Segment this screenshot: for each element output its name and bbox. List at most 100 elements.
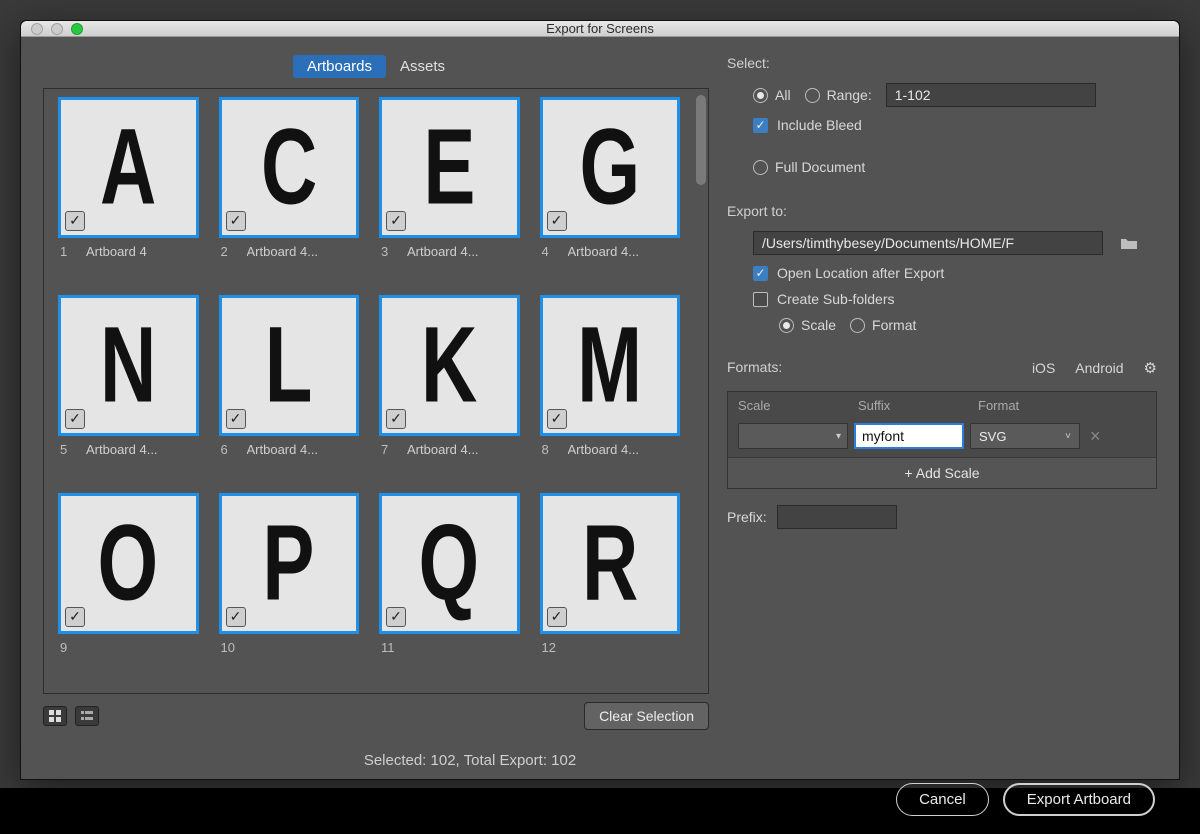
- artboard-name: Artboard 4...: [568, 442, 640, 457]
- artboard-cell[interactable]: C✓2Artboard 4...: [219, 97, 360, 289]
- artboard-cell[interactable]: A ✓ 1 Artboard 4: [58, 97, 199, 289]
- artboard-cell[interactable]: O ✓ 9: [58, 493, 199, 685]
- export-path-input[interactable]: [753, 231, 1103, 255]
- radio-range[interactable]: Range:: [805, 87, 872, 103]
- artboard-glyph: R: [582, 501, 638, 625]
- artboard-checkbox[interactable]: ✓: [386, 211, 406, 231]
- artboard-cell[interactable]: K✓7Artboard 4...: [379, 295, 520, 487]
- artboard-checkbox[interactable]: ✓: [226, 607, 246, 627]
- artboard-glyph: O: [98, 501, 159, 625]
- radio-all-label: All: [775, 87, 791, 103]
- format-row: ▾ SVG˅ ×: [728, 419, 1156, 457]
- artboard-index: 8: [542, 442, 556, 457]
- tab-artboards[interactable]: Artboards: [293, 55, 386, 78]
- formats-label: Formats:: [727, 359, 782, 375]
- artboard-index: 6: [221, 442, 235, 457]
- artboard-name: Artboard 4...: [407, 244, 479, 259]
- scrollbar[interactable]: [694, 89, 708, 693]
- export-for-screens-dialog: Export for Screens Artboards Assets A✓1A…: [20, 20, 1180, 780]
- artboard-checkbox[interactable]: ✓: [547, 211, 567, 231]
- artboard-glyph: N: [100, 303, 156, 427]
- artboard-checkbox[interactable]: ✓: [386, 409, 406, 429]
- col-suffix: Suffix: [858, 398, 978, 413]
- artboard-glyph: G: [579, 105, 640, 229]
- folder-icon[interactable]: [1117, 232, 1141, 254]
- artboard-name: Artboard 4: [86, 244, 147, 259]
- artboard-index: 3: [381, 244, 395, 259]
- format-dropdown[interactable]: SVG˅: [970, 423, 1080, 449]
- remove-row-icon[interactable]: ×: [1086, 426, 1105, 447]
- artboard-index: 2: [221, 244, 235, 259]
- artboard-cell[interactable]: N✓5Artboard 4...: [58, 295, 199, 487]
- radio-subfolder-scale[interactable]: Scale: [779, 317, 836, 333]
- grid-view-icon[interactable]: [43, 706, 67, 726]
- android-preset-link[interactable]: Android: [1075, 360, 1123, 376]
- artboard-cell[interactable]: Q ✓ 11: [379, 493, 520, 685]
- gear-icon[interactable]: ⚙: [1144, 359, 1157, 377]
- radio-subfolder-format[interactable]: Format: [850, 317, 916, 333]
- artboard-index: 1: [60, 244, 74, 259]
- ios-preset-link[interactable]: iOS: [1032, 360, 1055, 376]
- artboard-cell[interactable]: E ✓ 3 Artboard 4...: [379, 97, 520, 289]
- clear-selection-button[interactable]: Clear Selection: [584, 702, 709, 730]
- radio-range-label: Range:: [827, 87, 872, 103]
- artboard-checkbox[interactable]: ✓: [226, 211, 246, 231]
- include-bleed-checkbox[interactable]: ✓Include Bleed: [753, 117, 862, 133]
- artboard-checkbox[interactable]: ✓: [547, 409, 567, 429]
- artboard-glyph: E: [423, 105, 475, 229]
- artboard-index: 9: [60, 640, 74, 655]
- col-scale: Scale: [738, 398, 858, 413]
- tab-assets[interactable]: Assets: [386, 55, 459, 78]
- tab-bar: Artboards Assets: [43, 55, 709, 78]
- artboard-glyph: L: [265, 303, 313, 427]
- artboard-checkbox[interactable]: ✓: [65, 409, 85, 429]
- col-format: Format: [978, 398, 1146, 413]
- minimize-window-icon[interactable]: [51, 23, 63, 35]
- artboard-name: Artboard 4...: [247, 244, 319, 259]
- selection-status: Selected: 102, Total Export: 102: [0, 752, 1155, 769]
- artboard-index: 10: [221, 640, 235, 655]
- subfolder-format-label: Format: [872, 317, 916, 333]
- artboard-cell[interactable]: L ✓ 6 Artboard 4...: [219, 295, 360, 487]
- open-location-label: Open Location after Export: [777, 265, 944, 281]
- titlebar: Export for Screens: [21, 21, 1179, 37]
- scale-dropdown[interactable]: ▾: [738, 423, 848, 449]
- prefix-input[interactable]: [777, 505, 897, 529]
- artboard-checkbox[interactable]: ✓: [386, 607, 406, 627]
- artboard-name: Artboard 4...: [247, 442, 319, 457]
- artboard-glyph: M: [577, 303, 642, 427]
- artboard-grid: A✓1Artboard 4C✓2Artboard 4...E✓3Artboard…: [44, 89, 694, 693]
- formats-table: Scale Suffix Format ▾ SVG˅ × + Add Scale: [727, 391, 1157, 489]
- artboard-name: Artboard 4...: [407, 442, 479, 457]
- radio-all[interactable]: All: [753, 87, 791, 103]
- add-scale-button[interactable]: + Add Scale: [728, 457, 1156, 488]
- create-subfolders-checkbox[interactable]: Create Sub-folders: [753, 291, 895, 307]
- artboard-cell[interactable]: P✓10: [219, 493, 360, 685]
- list-view-icon[interactable]: [75, 706, 99, 726]
- artboard-checkbox[interactable]: ✓: [65, 211, 85, 231]
- open-location-checkbox[interactable]: ✓Open Location after Export: [753, 265, 944, 281]
- prefix-label: Prefix:: [727, 509, 767, 525]
- artboard-checkbox[interactable]: ✓: [547, 607, 567, 627]
- suffix-input[interactable]: [854, 423, 964, 449]
- artboard-glyph: A: [100, 105, 156, 229]
- artboard-index: 12: [542, 640, 556, 655]
- range-input[interactable]: [886, 83, 1096, 107]
- radio-full-document[interactable]: Full Document: [753, 159, 865, 175]
- create-subfolders-label: Create Sub-folders: [777, 291, 895, 307]
- artboard-cell[interactable]: M ✓ 8 Artboard 4...: [540, 295, 681, 487]
- zoom-window-icon[interactable]: [71, 23, 83, 35]
- artboard-checkbox[interactable]: ✓: [65, 607, 85, 627]
- artboard-cell[interactable]: R ✓ 12: [540, 493, 681, 685]
- close-window-icon[interactable]: [31, 23, 43, 35]
- scrollbar-thumb[interactable]: [696, 95, 706, 185]
- export-to-label: Export to:: [727, 203, 1157, 219]
- artboard-index: 5: [60, 442, 74, 457]
- artboard-glyph: Q: [419, 501, 480, 625]
- artboard-checkbox[interactable]: ✓: [226, 409, 246, 429]
- artboard-index: 11: [381, 640, 395, 655]
- artboard-cell[interactable]: G✓4Artboard 4...: [540, 97, 681, 289]
- format-value: SVG: [979, 429, 1006, 444]
- window-title: Export for Screens: [83, 21, 1117, 36]
- select-label: Select:: [727, 55, 1157, 71]
